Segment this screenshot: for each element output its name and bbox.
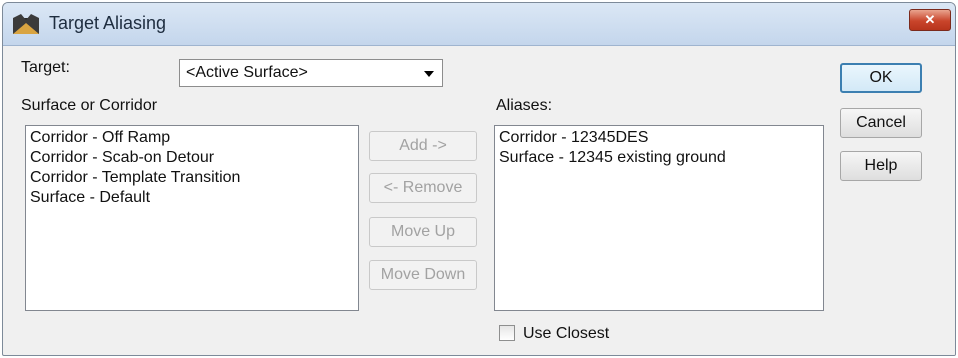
target-aliasing-dialog: Target Aliasing ✕ Target: <Active Surfac… [2, 2, 956, 356]
list-item[interactable]: Surface - 12345 existing ground [499, 148, 819, 168]
list-item[interactable]: Corridor - Template Transition [30, 168, 354, 188]
target-dropdown[interactable]: <Active Surface> [179, 59, 443, 87]
list-item[interactable]: Corridor - Off Ramp [30, 128, 354, 148]
list-item[interactable]: Corridor - 12345DES [499, 128, 819, 148]
aliases-list[interactable]: Corridor - 12345DES Surface - 12345 exis… [494, 125, 824, 311]
list-item[interactable]: Corridor - Scab-on Detour [30, 148, 354, 168]
surface-or-corridor-label: Surface or Corridor [21, 97, 158, 114]
remove-button[interactable]: <- Remove [369, 173, 477, 203]
target-selected-value: <Active Surface> [186, 64, 308, 81]
aliases-label: Aliases: [496, 97, 553, 114]
help-button[interactable]: Help [840, 151, 922, 181]
surface-corridor-list[interactable]: Corridor - Off Ramp Corridor - Scab-on D… [25, 125, 359, 311]
window-title: Target Aliasing [49, 13, 167, 33]
list-item[interactable]: Surface - Default [30, 188, 354, 208]
title-bar[interactable]: Target Aliasing ✕ [3, 3, 955, 46]
move-down-button[interactable]: Move Down [369, 260, 477, 290]
add-button[interactable]: Add -> [369, 131, 477, 161]
cancel-button[interactable]: Cancel [840, 108, 922, 138]
use-closest-checkbox[interactable] [499, 325, 515, 341]
use-closest-label[interactable]: Use Closest [523, 325, 609, 343]
close-button[interactable]: ✕ [909, 9, 951, 31]
dialog-content: Target: <Active Surface> Surface or Corr… [11, 47, 955, 355]
ok-button[interactable]: OK [840, 63, 922, 93]
chevron-down-icon[interactable] [424, 71, 434, 77]
move-up-button[interactable]: Move Up [369, 217, 477, 247]
app-icon [13, 14, 39, 34]
target-label: Target: [21, 59, 70, 76]
